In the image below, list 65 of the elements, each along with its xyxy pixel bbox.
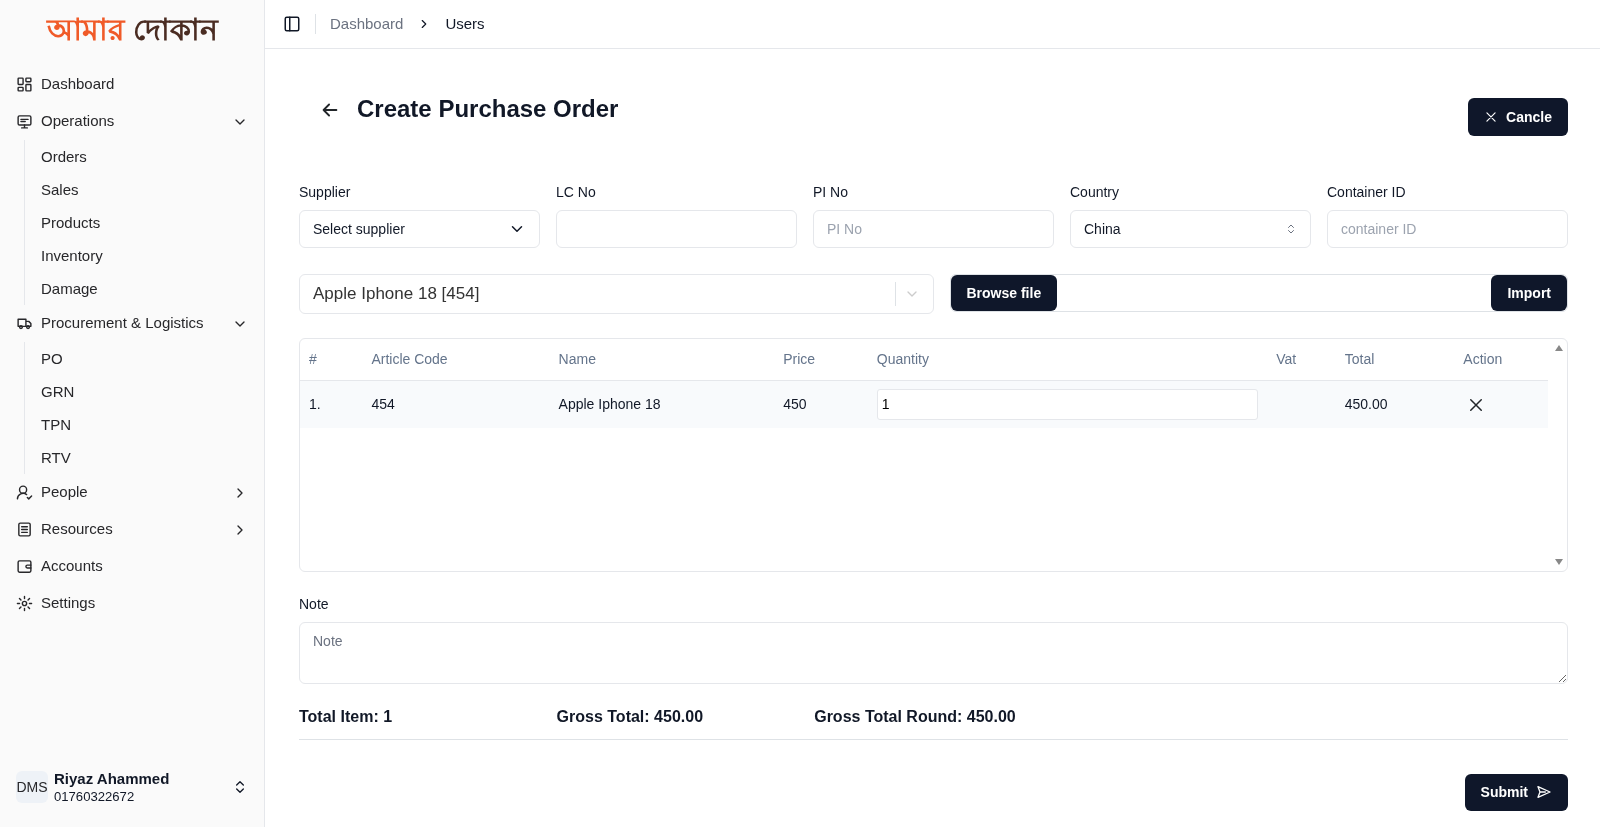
- input-field[interactable]: [556, 210, 797, 248]
- note-field[interactable]: Note: [299, 622, 1568, 684]
- wallet-icon: [16, 558, 33, 575]
- table-cell: 450: [774, 380, 868, 428]
- settings-icon: [16, 595, 33, 612]
- column-header: Total: [1335, 339, 1455, 380]
- column-header: Quantity: [867, 339, 1268, 380]
- sidebar-item[interactable]: Settings: [0, 585, 264, 622]
- field-label: PI No: [813, 183, 849, 202]
- sidebar-toggle-icon: [283, 15, 301, 33]
- send-icon: [1536, 784, 1552, 800]
- sidebar-item[interactable]: Accounts: [0, 548, 264, 585]
- sidebar-subitem[interactable]: Damage: [25, 272, 264, 305]
- field-label: Container ID: [1327, 183, 1407, 202]
- sidebar-subitem[interactable]: RTV: [25, 441, 264, 474]
- field-label: Country: [1070, 183, 1121, 202]
- field-label: LC No: [556, 183, 597, 202]
- sidebar-item[interactable]: Operations: [0, 103, 264, 140]
- sidebar-item[interactable]: Procurement & Logistics: [0, 305, 264, 342]
- logo-text: আমার: [46, 11, 125, 48]
- table-cell: 450.00: [1335, 380, 1455, 428]
- page-title: Create Purchase Order: [357, 94, 619, 124]
- close-icon: [1484, 110, 1499, 124]
- summary-total: Gross Total: 450.00: [556, 706, 705, 727]
- column-header: Price: [774, 339, 868, 380]
- field-label: Supplier: [299, 183, 352, 202]
- sidebar-subitem[interactable]: Inventory: [25, 239, 264, 272]
- submit-button[interactable]: Submit: [1464, 773, 1568, 811]
- note-label: Note: [299, 595, 330, 614]
- breadcrumb-link[interactable]: Dashboard: [330, 12, 404, 36]
- sidebar-subitem[interactable]: Products: [25, 206, 264, 239]
- table-cell: 454: [362, 380, 550, 428]
- sidebar-subitem[interactable]: Sales: [25, 173, 264, 206]
- sidebar-subitem[interactable]: GRN: [25, 375, 264, 408]
- table-cell: Apple Iphone 18: [549, 380, 775, 428]
- input-field[interactable]: container ID: [1327, 210, 1568, 248]
- sidebar-subitem[interactable]: PO: [25, 342, 264, 375]
- product-select[interactable]: Apple Iphone 18 [454]: [299, 274, 934, 314]
- column-header: Action: [1454, 339, 1548, 380]
- column-header: #: [300, 339, 363, 380]
- summary-total: Gross Total Round: 450.00: [814, 706, 1017, 727]
- cancel-button[interactable]: Cancle: [1468, 98, 1568, 136]
- sidebar-item[interactable]: Resources: [0, 511, 264, 548]
- user-icon: [16, 484, 33, 501]
- table-cell: 1.: [300, 380, 363, 428]
- sidebar-item[interactable]: People: [0, 474, 264, 511]
- monitor-icon: [16, 113, 33, 130]
- input-field[interactable]: PI No: [813, 210, 1054, 248]
- summary-total: Total Item: 1: [299, 706, 394, 727]
- column-header: Vat: [1267, 339, 1336, 380]
- grid-icon: [16, 76, 33, 93]
- logo-text: দোকান: [132, 11, 218, 48]
- sidebar-subitem[interactable]: TPN: [25, 408, 264, 441]
- sidebar-item[interactable]: Dashboard: [0, 66, 264, 103]
- breadcrumb-link[interactable]: Users: [445, 12, 485, 36]
- column-header: Article Code: [362, 339, 550, 380]
- select-field[interactable]: Select supplier: [299, 210, 540, 248]
- select-field[interactable]: China: [1070, 210, 1311, 248]
- user-name: Riyaz Ahammed: [54, 769, 170, 789]
- user-phone: 01760322672: [54, 788, 136, 805]
- chevron-updown-icon: [1285, 223, 1297, 235]
- column-header: Name: [549, 339, 775, 380]
- quantity-field[interactable]: 1: [876, 388, 1259, 420]
- avatar: DMS: [16, 771, 48, 804]
- sidebar-subitem[interactable]: Orders: [25, 140, 264, 173]
